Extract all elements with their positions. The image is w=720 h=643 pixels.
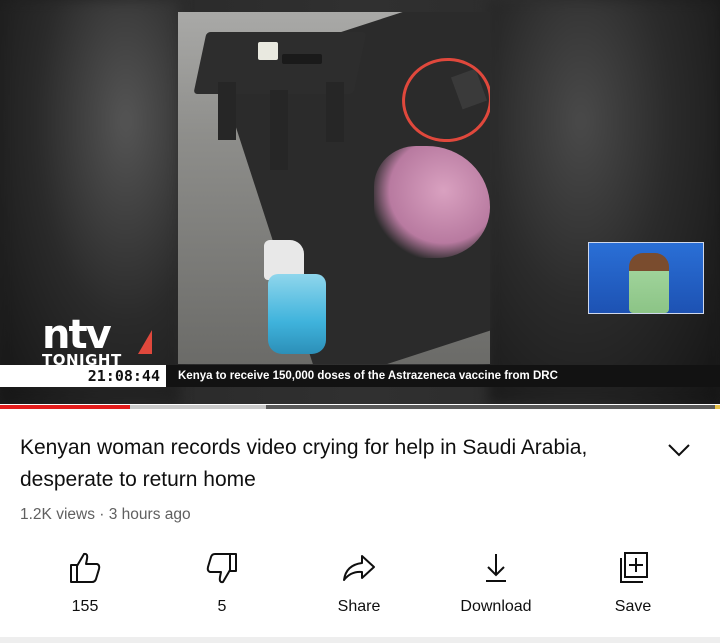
remote-control	[282, 54, 322, 64]
download-button[interactable]: Download	[441, 548, 551, 616]
video-title[interactable]: Kenyan woman records video crying for he…	[20, 432, 620, 496]
sign-language-inset	[588, 242, 704, 314]
download-icon	[486, 554, 506, 582]
upload-age: 3 hours ago	[108, 506, 191, 523]
video-progress-bar[interactable]	[0, 405, 720, 409]
dislike-button[interactable]: 5	[167, 548, 277, 616]
logo-mark-icon	[138, 330, 152, 354]
small-box	[258, 42, 278, 60]
spray-bottle	[268, 274, 326, 354]
table-leg	[326, 82, 344, 142]
thumbs-up-icon	[70, 552, 101, 583]
dislike-count: 5	[217, 598, 227, 615]
thumbs-down-icon	[206, 553, 237, 584]
save-button[interactable]: Save	[578, 548, 688, 616]
progress-end-marker	[715, 405, 720, 409]
sign-interpreter	[629, 253, 669, 313]
news-ticker-text: Kenya to receive 150,000 doses of the As…	[178, 370, 558, 382]
expand-description-button[interactable]	[664, 438, 694, 462]
share-icon	[343, 555, 375, 581]
video-frame-scene	[178, 12, 490, 364]
chevron-down-icon	[668, 444, 690, 457]
like-count: 155	[71, 598, 99, 615]
video-player[interactable]: ntv TONIGHT 21:08:44 Kenya to receive 15…	[0, 0, 720, 404]
section-divider	[0, 637, 720, 643]
progress-played	[0, 405, 130, 409]
logo-main-text: ntv	[42, 312, 112, 358]
video-meta: 1.2K views · 3 hours ago	[20, 506, 191, 524]
table-leg	[270, 90, 288, 170]
share-button[interactable]: Share	[304, 548, 414, 616]
video-blur-right	[488, 0, 720, 404]
download-label: Download	[460, 598, 532, 615]
view-count: 1.2K views	[20, 506, 95, 523]
meta-separator: ·	[99, 506, 105, 523]
save-to-playlist-icon	[620, 552, 648, 583]
table-leg	[218, 82, 236, 140]
channel-logo: ntv TONIGHT	[42, 312, 122, 368]
save-label: Save	[614, 598, 652, 615]
broadcast-clock: 21:08:44	[0, 365, 166, 387]
share-label: Share	[337, 598, 381, 615]
like-button[interactable]: 155	[30, 548, 140, 616]
action-row: 155 5 Share Download Save	[0, 548, 720, 628]
